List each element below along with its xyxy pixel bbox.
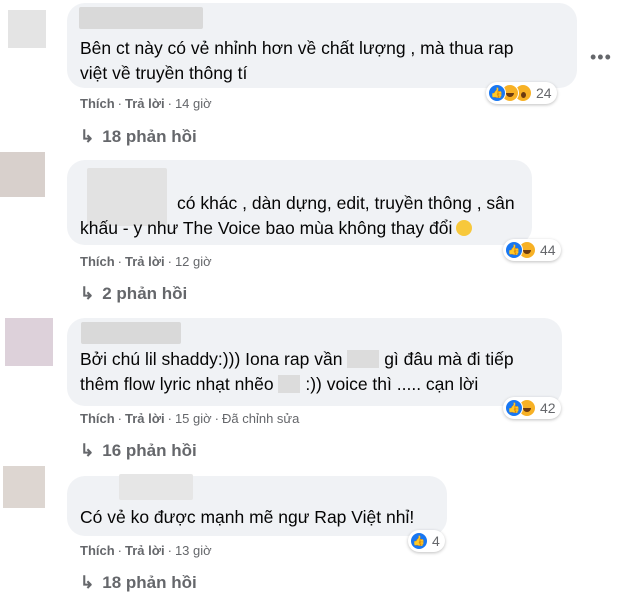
like-icon: 👍 — [488, 84, 506, 102]
reply-link[interactable]: Trả lời — [125, 411, 165, 426]
timestamp[interactable]: 14 giờ — [175, 96, 212, 111]
replies-count: 2 phản hồi — [102, 284, 188, 303]
like-icon: 👍 — [505, 399, 523, 417]
comment-actions: Thích · Trả lời · 13 giờ — [80, 543, 212, 558]
author-name-blurred[interactable] — [119, 474, 193, 500]
like-icon: 👍 — [410, 532, 428, 550]
author-name-blurred[interactable] — [81, 322, 181, 344]
censored-word — [347, 350, 380, 368]
comment-text-line: việt về truyền thông tí — [80, 63, 248, 83]
reply-link[interactable]: Trả lời — [125, 96, 165, 111]
avatar[interactable] — [5, 318, 53, 366]
comment-text: khấu - y như The Voice bao mùa không tha… — [80, 218, 453, 238]
view-replies-link[interactable]: ↳ 2 phản hồi — [80, 284, 187, 304]
comment-text-line: Có vẻ ko được mạnh mẽ ngư Rap Việt nhỉ! — [80, 507, 415, 527]
comment-text-line: Bên ct này có vẻ nhỉnh hơn về chất lượng… — [80, 38, 514, 58]
replies-count: 18 phản hồi — [102, 127, 197, 146]
reply-link[interactable]: Trả lời — [125, 254, 165, 269]
like-icon: 👍 — [505, 241, 523, 259]
timestamp[interactable]: 13 giờ — [175, 543, 212, 558]
reaction-count: 42 — [540, 400, 556, 416]
comment-bubble: Bởi chú lil shaddy:))) Iona rap vần gì đ… — [67, 318, 562, 406]
reply-link[interactable]: Trả lời — [125, 543, 165, 558]
comment-text: thêm flow lyric nhạt nhẽo — [80, 374, 274, 394]
author-name-blurred[interactable] — [79, 7, 203, 29]
reaction-summary[interactable]: 👍 42 — [503, 397, 561, 419]
reaction-summary[interactable]: 👍 4 — [408, 530, 445, 552]
comment-text: :)) voice thì ..... cạn lời — [305, 374, 479, 394]
timestamp[interactable]: 12 giờ — [175, 254, 212, 269]
comment-bubble: Có vẻ ko được mạnh mẽ ngư Rap Việt nhỉ! — [67, 474, 447, 536]
reply-arrow-icon: ↳ — [80, 573, 95, 592]
edited-label[interactable]: Đã chỉnh sửa — [222, 411, 299, 426]
avatar[interactable] — [0, 152, 45, 197]
like-link[interactable]: Thích — [80, 543, 115, 558]
comment-text-line: Bởi chú lil shaddy:))) Iona rap vần gì đ… — [80, 347, 514, 372]
reaction-summary[interactable]: 👍 24 — [486, 82, 557, 104]
avatar[interactable] — [8, 10, 46, 48]
comment-text-line: có khác , dàn dựng, edit, truyền thông ,… — [177, 193, 515, 213]
censored-word — [278, 375, 301, 393]
like-link[interactable]: Thích — [80, 411, 115, 426]
reply-arrow-icon: ↳ — [80, 441, 95, 460]
comment-text-line: thêm flow lyric nhạt nhẽo :)) voice thì … — [80, 372, 478, 397]
comment-text-line: khấu - y như The Voice bao mùa không tha… — [80, 216, 473, 241]
reaction-count: 24 — [536, 85, 552, 101]
avatar[interactable] — [3, 466, 45, 508]
view-replies-link[interactable]: ↳ 16 phản hồi — [80, 441, 197, 461]
comment-actions: Thích · Trả lời · 12 giờ — [80, 254, 212, 269]
emoji-icon — [456, 220, 473, 236]
more-options-icon[interactable]: ••• — [590, 47, 612, 68]
view-replies-link[interactable]: ↳ 18 phản hồi — [80, 573, 197, 593]
timestamp[interactable]: 15 giờ — [175, 411, 212, 426]
reaction-count: 4 — [432, 533, 440, 549]
reply-arrow-icon: ↳ — [80, 284, 95, 303]
view-replies-link[interactable]: ↳ 18 phản hồi — [80, 127, 197, 147]
comment-actions: Thích · Trả lời · 14 giờ — [80, 96, 212, 111]
comment-actions: Thích · Trả lời · 15 giờ · Đã chỉnh sửa — [80, 411, 300, 426]
reaction-summary[interactable]: 👍 44 — [503, 239, 561, 261]
like-link[interactable]: Thích — [80, 254, 115, 269]
comment-text: gì đâu mà đi tiếp — [384, 349, 514, 369]
replies-count: 18 phản hồi — [102, 573, 197, 592]
like-link[interactable]: Thích — [80, 96, 115, 111]
reaction-count: 44 — [540, 242, 556, 258]
comment-text: Bởi chú lil shaddy:))) Iona rap vần — [80, 349, 343, 369]
replies-count: 16 phản hồi — [102, 441, 197, 460]
comment-bubble: có khác , dàn dựng, edit, truyền thông ,… — [67, 160, 532, 245]
comment-bubble: Bên ct này có vẻ nhỉnh hơn về chất lượng… — [67, 3, 577, 88]
reply-arrow-icon: ↳ — [80, 127, 95, 146]
